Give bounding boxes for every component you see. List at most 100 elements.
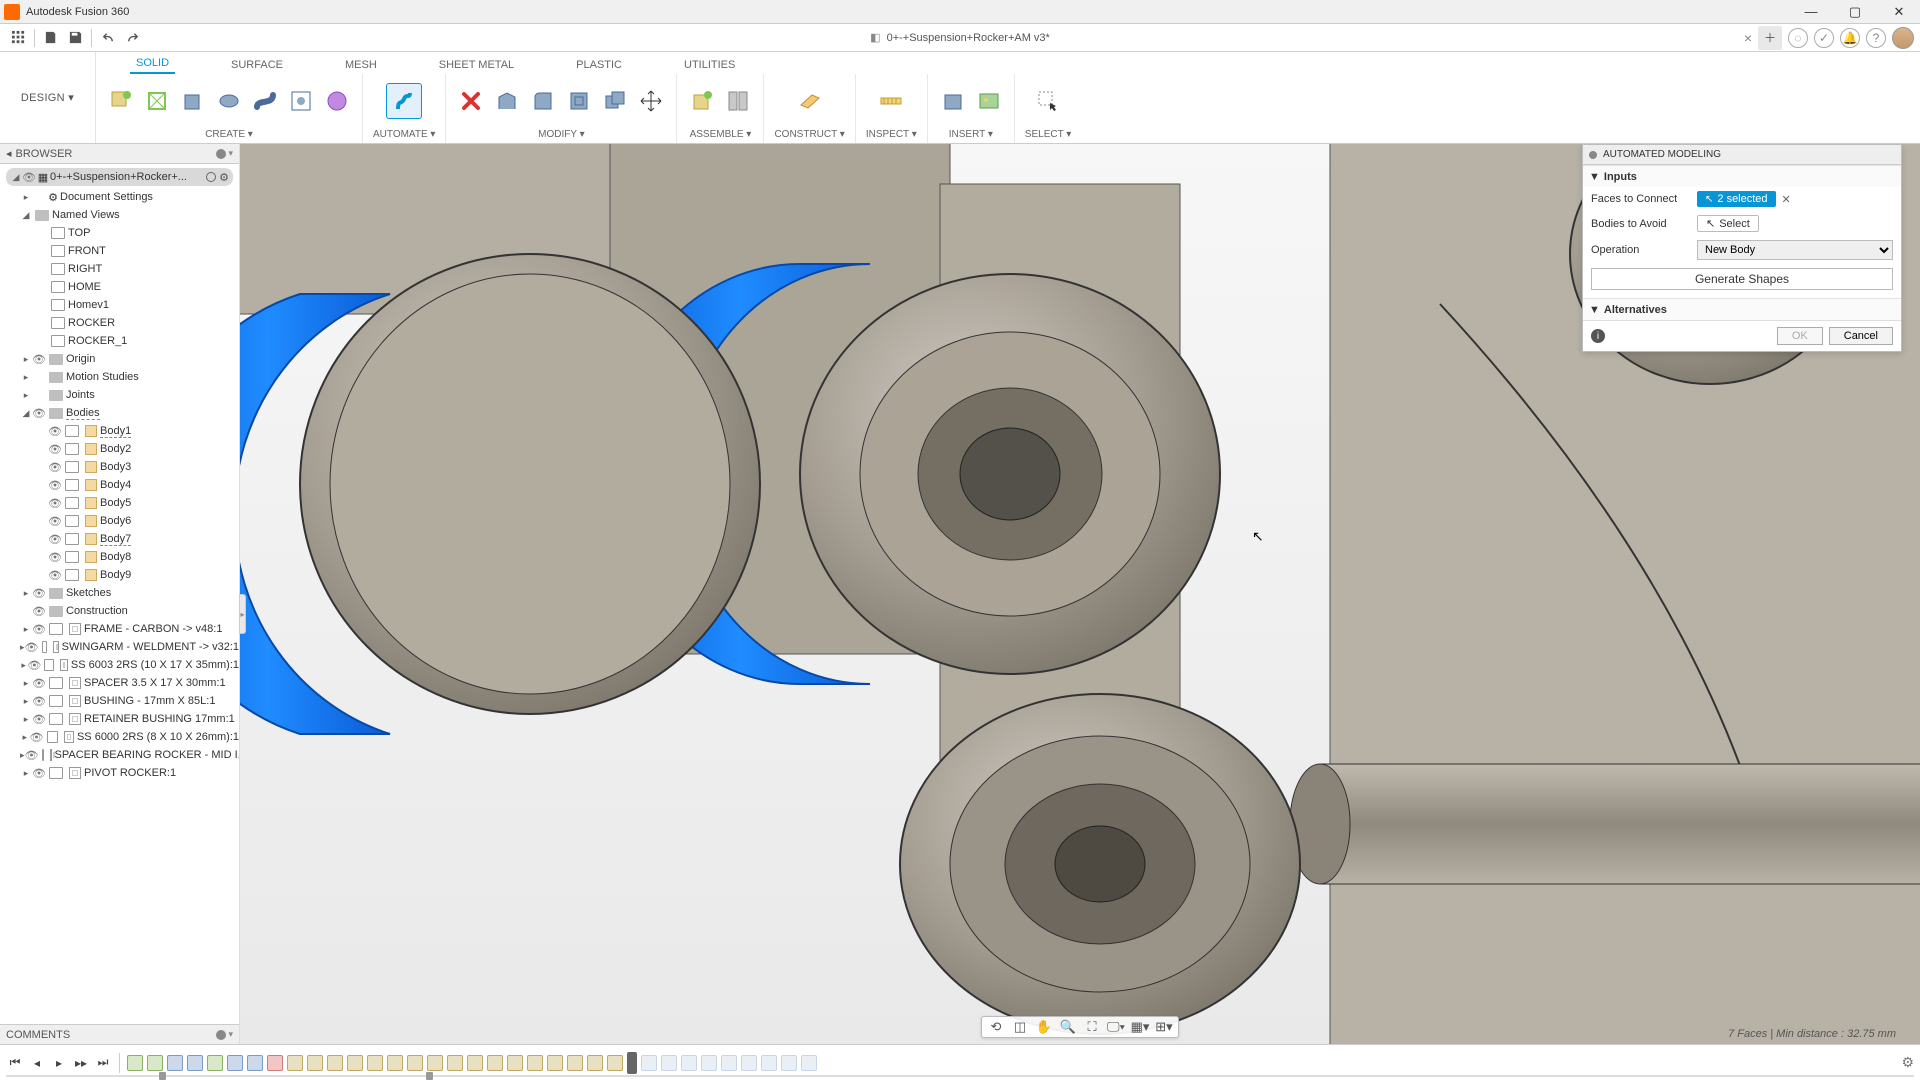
tree-component-item[interactable]: ▸👁BUSHING - 17mm X 85L:1 xyxy=(0,692,239,710)
save-button[interactable] xyxy=(63,26,87,50)
timeline-feature[interactable] xyxy=(227,1055,243,1071)
tree-view-item[interactable]: TOP xyxy=(0,224,239,242)
tree-view-item[interactable]: Homev1 xyxy=(0,296,239,314)
ribbon-group-label[interactable]: INSPECT ▾ xyxy=(866,128,917,141)
app-grid-icon[interactable] xyxy=(6,26,30,50)
timeline-forward-button[interactable]: ▸▸ xyxy=(72,1054,90,1072)
document-tab[interactable]: ◧ 0+-+Suspension+Rocker+AM v3* xyxy=(870,31,1050,44)
timeline-feature[interactable] xyxy=(741,1055,757,1071)
workspace-switcher[interactable]: DESIGN ▾ xyxy=(21,91,74,104)
job-status-icon[interactable]: ✓ xyxy=(1814,28,1834,48)
fit-button[interactable]: ⛶ xyxy=(1082,1018,1102,1036)
insert-decal-button[interactable] xyxy=(974,86,1004,116)
viewport-3d[interactable]: LEFT FRONT AUTOMATED MODELING ▼Inputs Fa… xyxy=(240,144,1920,1044)
window-maximize-button[interactable]: ▢ xyxy=(1838,2,1872,22)
window-minimize-button[interactable]: — xyxy=(1794,2,1828,22)
tree-body-item[interactable]: 👁Body2 xyxy=(0,440,239,458)
faces-selected-chip[interactable]: ↖2 selected xyxy=(1697,191,1776,207)
section-inputs[interactable]: ▼Inputs xyxy=(1583,165,1901,187)
timeline-feature[interactable] xyxy=(701,1055,717,1071)
tree-view-item[interactable]: RIGHT xyxy=(0,260,239,278)
grid-settings-button[interactable]: ▦▾ xyxy=(1130,1018,1150,1036)
emboss-button[interactable] xyxy=(322,86,352,116)
ribbon-tab-mesh[interactable]: MESH xyxy=(339,56,383,74)
timeline-back-button[interactable]: ◂ xyxy=(28,1054,46,1072)
file-menu-button[interactable] xyxy=(39,26,63,50)
generate-shapes-button[interactable]: Generate Shapes xyxy=(1591,268,1893,290)
tree-construction[interactable]: 👁Construction xyxy=(0,602,239,620)
browser-tree[interactable]: ◢👁▦0+-+Suspension+Rocker+...⚙ ▸⚙Document… xyxy=(0,164,239,1024)
tree-doc-settings[interactable]: ▸⚙Document Settings xyxy=(0,188,239,206)
timeline-feature[interactable] xyxy=(387,1055,403,1071)
timeline-feature[interactable] xyxy=(587,1055,603,1071)
timeline-feature[interactable] xyxy=(761,1055,777,1071)
new-component-button[interactable] xyxy=(687,86,717,116)
timeline-feature[interactable] xyxy=(407,1055,423,1071)
tree-view-item[interactable]: ROCKER_1 xyxy=(0,332,239,350)
construct-plane-button[interactable] xyxy=(795,86,825,116)
browser-collapse-handle[interactable]: ▸ xyxy=(239,594,246,634)
timeline-feature[interactable] xyxy=(207,1055,223,1071)
extrude-button[interactable] xyxy=(178,86,208,116)
tree-body-item[interactable]: 👁Body6 xyxy=(0,512,239,530)
ok-button[interactable]: OK xyxy=(1777,327,1823,345)
tree-component-item[interactable]: ▸👁SWINGARM - WELDMENT -> v32:1 xyxy=(0,638,239,656)
joint-button[interactable] xyxy=(723,86,753,116)
panel-header[interactable]: AUTOMATED MODELING xyxy=(1583,145,1901,165)
tree-body-item[interactable]: 👁Body7 xyxy=(0,530,239,548)
tree-bodies[interactable]: ◢👁Bodies xyxy=(0,404,239,422)
tree-view-item[interactable]: HOME xyxy=(0,278,239,296)
tree-body-item[interactable]: 👁Body4 xyxy=(0,476,239,494)
timeline-feature[interactable] xyxy=(127,1055,143,1071)
timeline-feature[interactable] xyxy=(367,1055,383,1071)
notifications-icon[interactable]: 🔔 xyxy=(1840,28,1860,48)
comments-header[interactable]: COMMENTS ▾ xyxy=(0,1024,239,1044)
insert-derive-button[interactable] xyxy=(938,86,968,116)
browser-header[interactable]: ◂ BROWSER ▾ xyxy=(0,144,239,164)
create-form-button[interactable] xyxy=(142,86,172,116)
timeline-feature[interactable] xyxy=(781,1055,797,1071)
tree-root[interactable]: ◢👁▦0+-+Suspension+Rocker+...⚙ xyxy=(6,168,233,186)
timeline-start-button[interactable]: ⏮ xyxy=(6,1054,24,1072)
ribbon-tab-solid[interactable]: SOLID xyxy=(130,54,175,74)
tree-body-item[interactable]: 👁Body5 xyxy=(0,494,239,512)
tree-component-item[interactable]: ▸👁PIVOT ROCKER:1 xyxy=(0,764,239,782)
help-icon[interactable]: ? xyxy=(1866,28,1886,48)
ribbon-tab-plastic[interactable]: PLASTIC xyxy=(570,56,628,74)
automated-modeling-button[interactable] xyxy=(386,83,422,119)
extensions-icon[interactable]: ◌ xyxy=(1788,28,1808,48)
combine-button[interactable] xyxy=(600,86,630,116)
timeline-settings-button[interactable]: ⚙ xyxy=(1901,1054,1914,1071)
fillet-button[interactable] xyxy=(528,86,558,116)
shell-button[interactable] xyxy=(564,86,594,116)
section-alternatives[interactable]: ▼Alternatives xyxy=(1583,298,1901,320)
ribbon-tab-utilities[interactable]: UTILITIES xyxy=(678,56,741,74)
tree-view-item[interactable]: ROCKER xyxy=(0,314,239,332)
delete-button[interactable] xyxy=(456,86,486,116)
ribbon-group-label[interactable]: AUTOMATE ▾ xyxy=(373,128,435,141)
user-avatar[interactable] xyxy=(1892,27,1914,49)
timeline-feature[interactable] xyxy=(247,1055,263,1071)
ribbon-tab-surface[interactable]: SURFACE xyxy=(225,56,289,74)
ribbon-group-label[interactable]: CREATE ▾ xyxy=(205,128,253,141)
ribbon-group-label[interactable]: MODIFY ▾ xyxy=(538,128,585,141)
revolve-button[interactable] xyxy=(214,86,244,116)
timeline-feature[interactable] xyxy=(721,1055,737,1071)
tree-component-item[interactable]: ▸👁SPACER 3.5 X 17 X 30mm:1 xyxy=(0,674,239,692)
info-icon[interactable]: i xyxy=(1591,329,1605,343)
ribbon-group-label[interactable]: CONSTRUCT ▾ xyxy=(774,128,844,141)
bodies-to-avoid-select[interactable]: ↖Select xyxy=(1697,215,1759,232)
tree-component-item[interactable]: ▸👁FRAME - CARBON -> v48:1 xyxy=(0,620,239,638)
sweep-button[interactable] xyxy=(250,86,280,116)
timeline-feature[interactable] xyxy=(287,1055,303,1071)
tree-sketches[interactable]: ▸👁Sketches xyxy=(0,584,239,602)
timeline-feature[interactable] xyxy=(487,1055,503,1071)
hole-button[interactable] xyxy=(286,86,316,116)
operation-dropdown[interactable]: New Body xyxy=(1697,240,1893,260)
orbit-button[interactable]: ⟲ xyxy=(986,1018,1006,1036)
clear-faces-button[interactable]: ✕ xyxy=(1782,193,1791,206)
new-tab-button[interactable]: ＋ xyxy=(1758,26,1782,50)
viewport-layouts-button[interactable]: ⊞▾ xyxy=(1154,1018,1174,1036)
new-sketch-button[interactable] xyxy=(106,86,136,116)
tree-named-views[interactable]: ◢Named Views xyxy=(0,206,239,224)
